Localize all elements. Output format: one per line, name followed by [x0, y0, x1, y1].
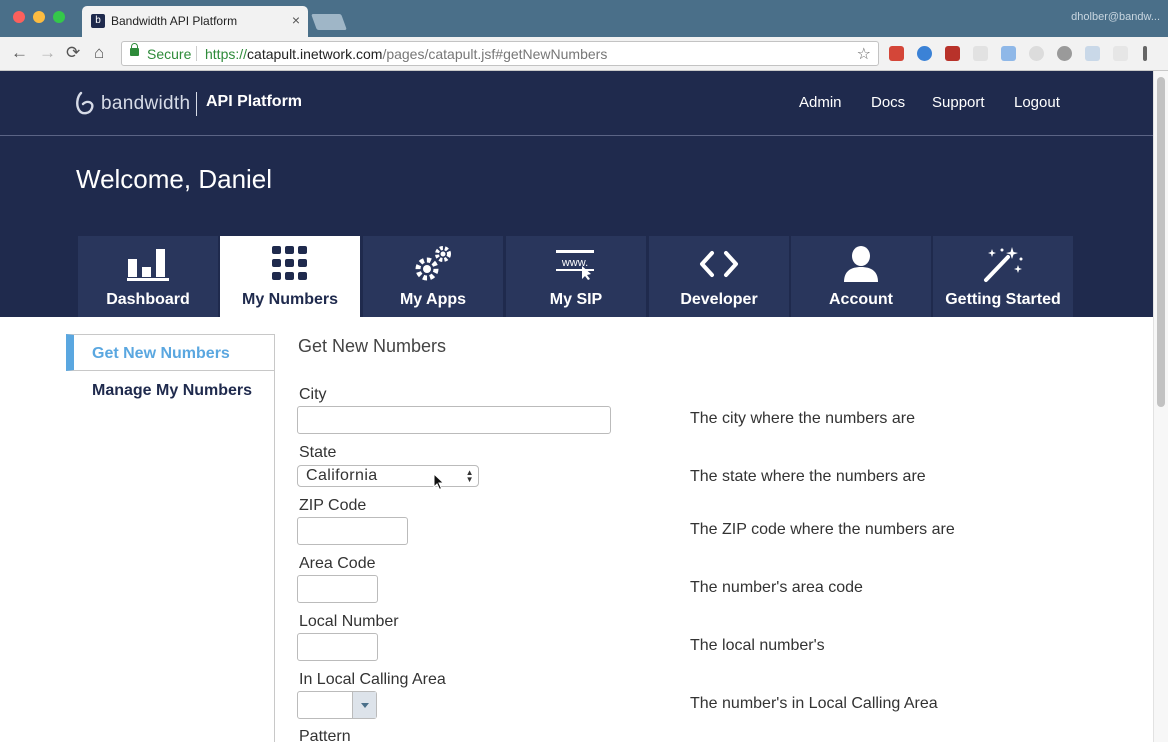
extension-json-icon[interactable]: [1113, 46, 1128, 61]
area-code-label: Area Code: [299, 555, 376, 572]
state-description: The state where the numbers are: [690, 468, 926, 485]
extension-info-icon[interactable]: [1057, 46, 1072, 61]
bookmark-star-icon[interactable]: ☆: [857, 44, 871, 64]
chevron-down-icon[interactable]: [352, 692, 376, 718]
user-silhouette-icon: [791, 246, 931, 282]
tab-dashboard[interactable]: Dashboard: [78, 236, 218, 317]
profile-name[interactable]: dholber@bandw...: [1071, 11, 1160, 23]
home-icon[interactable]: ⌂: [94, 43, 104, 63]
logout-link[interactable]: Logout: [1014, 94, 1060, 111]
scrollbar-thumb[interactable]: [1157, 77, 1165, 407]
site-header: bandwidth API Platform Admin Docs Suppor…: [0, 71, 1153, 136]
local-calling-area-label: In Local Calling Area: [299, 671, 446, 688]
bandwidth-logo-icon[interactable]: [75, 91, 95, 115]
dropbox-extension-icon[interactable]: [1085, 46, 1100, 61]
secure-label: Secure: [147, 46, 192, 62]
zip-label: ZIP Code: [299, 497, 367, 514]
city-label: City: [299, 386, 327, 403]
extension-circle-icon[interactable]: [917, 46, 932, 61]
admin-link[interactable]: Admin: [799, 94, 842, 111]
city-description: The city where the numbers are: [690, 410, 915, 427]
tab-close-icon[interactable]: ×: [292, 12, 300, 28]
logo-product-name[interactable]: API Platform: [206, 93, 302, 111]
city-input[interactable]: [297, 406, 611, 434]
tab-getting-started[interactable]: Getting Started: [933, 236, 1073, 317]
local-calling-area-description: The number's in Local Calling Area: [690, 695, 938, 712]
page-title: Get New Numbers: [298, 336, 447, 356]
pattern-label: Pattern: [299, 728, 351, 745]
maximize-window-button[interactable]: [53, 11, 65, 23]
magic-wand-icon: [933, 246, 1073, 282]
state-label: State: [299, 444, 337, 461]
url-text: https://catapult.inetwork.com/pages/cata…: [205, 46, 607, 62]
new-tab-button[interactable]: [311, 14, 347, 30]
tab-label: Account: [829, 291, 893, 308]
tab-developer[interactable]: Developer: [649, 236, 789, 317]
docs-link[interactable]: Docs: [871, 94, 905, 111]
extension-doc-icon[interactable]: [1001, 46, 1016, 61]
local-number-description: The local number's: [690, 637, 825, 654]
page-scrollbar[interactable]: [1153, 71, 1168, 742]
tab-label: Dashboard: [106, 291, 190, 308]
browser-menu-icon[interactable]: [1143, 46, 1147, 61]
back-icon[interactable]: ←: [11, 43, 28, 63]
area-code-description: The number's area code: [690, 579, 863, 596]
welcome-heading: Welcome, Daniel: [76, 164, 273, 194]
support-link[interactable]: Support: [932, 94, 985, 111]
zip-input[interactable]: [297, 517, 408, 545]
tab-label: My Apps: [399, 291, 467, 308]
bandwidth-favicon-icon: b: [91, 14, 105, 28]
url-path: /pages/catapult.jsf#getNewNumbers: [382, 46, 608, 62]
local-number-label: Local Number: [299, 613, 399, 630]
address-bar[interactable]: Secure https://catapult.inetwork.com/pag…: [121, 41, 879, 66]
reload-icon[interactable]: ⟳: [66, 43, 80, 63]
code-brackets-icon: [649, 246, 789, 282]
close-window-button[interactable]: [13, 11, 25, 23]
logo-divider: [196, 92, 197, 116]
forward-icon[interactable]: →: [39, 43, 56, 63]
local-calling-area-select[interactable]: [297, 691, 377, 719]
main-content: Get New Numbers Manage My Numbers Get Ne…: [0, 317, 1153, 745]
bar-chart-icon: [78, 246, 218, 282]
url-divider: [196, 46, 197, 61]
www-browser-icon: www.: [506, 246, 646, 282]
zip-description: The ZIP code where the numbers are: [690, 521, 955, 538]
state-selected-value: California: [306, 467, 378, 484]
select-arrows-icon: ▲ ▼: [465, 468, 474, 484]
area-code-input[interactable]: [297, 575, 378, 603]
gmail-extension-icon[interactable]: [889, 46, 904, 61]
tab-label: Developer: [680, 291, 758, 308]
extension-shield-icon[interactable]: [973, 46, 988, 61]
tab-label: Getting Started: [945, 291, 1061, 308]
lock-icon: [130, 43, 139, 56]
tab-title: Bandwidth API Platform: [111, 14, 238, 28]
tab-label: My SIP: [549, 291, 603, 308]
browser-tab[interactable]: b Bandwidth API Platform ×: [82, 6, 308, 37]
minimize-window-button[interactable]: [33, 11, 45, 23]
url-host: catapult.inetwork.com: [247, 46, 383, 62]
tab-my-apps[interactable]: My Apps: [363, 236, 503, 317]
extension-badge-icon[interactable]: [945, 46, 960, 61]
browser-toolbar: ← → ⟳ ⌂ Secure https://catapult.inetwork…: [0, 37, 1168, 71]
logo-wordmark[interactable]: bandwidth: [101, 93, 190, 115]
tab-label: My Numbers: [241, 291, 339, 308]
state-select[interactable]: California ▲ ▼: [297, 465, 479, 487]
mouse-cursor-icon: [433, 473, 445, 491]
sidebar-divider: [274, 334, 275, 742]
gears-icon: [363, 246, 503, 282]
sidebar-item-manage-my-numbers[interactable]: Manage My Numbers: [66, 372, 274, 409]
tab-my-sip[interactable]: www. My SIP: [506, 236, 646, 317]
svg-text:www.: www.: [561, 257, 588, 269]
local-number-input[interactable]: [297, 633, 378, 661]
sidebar-item-get-new-numbers[interactable]: Get New Numbers: [66, 334, 274, 371]
extension-help-icon[interactable]: [1029, 46, 1044, 61]
hero-banner: Welcome, Daniel Dashboard My Numbers My …: [0, 136, 1153, 317]
url-scheme: https://: [205, 46, 248, 62]
tab-account[interactable]: Account: [791, 236, 931, 317]
tab-my-numbers[interactable]: My Numbers: [220, 236, 360, 317]
keypad-grid-icon: [220, 246, 360, 282]
browser-titlebar: b Bandwidth API Platform × dholber@bandw…: [0, 0, 1168, 37]
